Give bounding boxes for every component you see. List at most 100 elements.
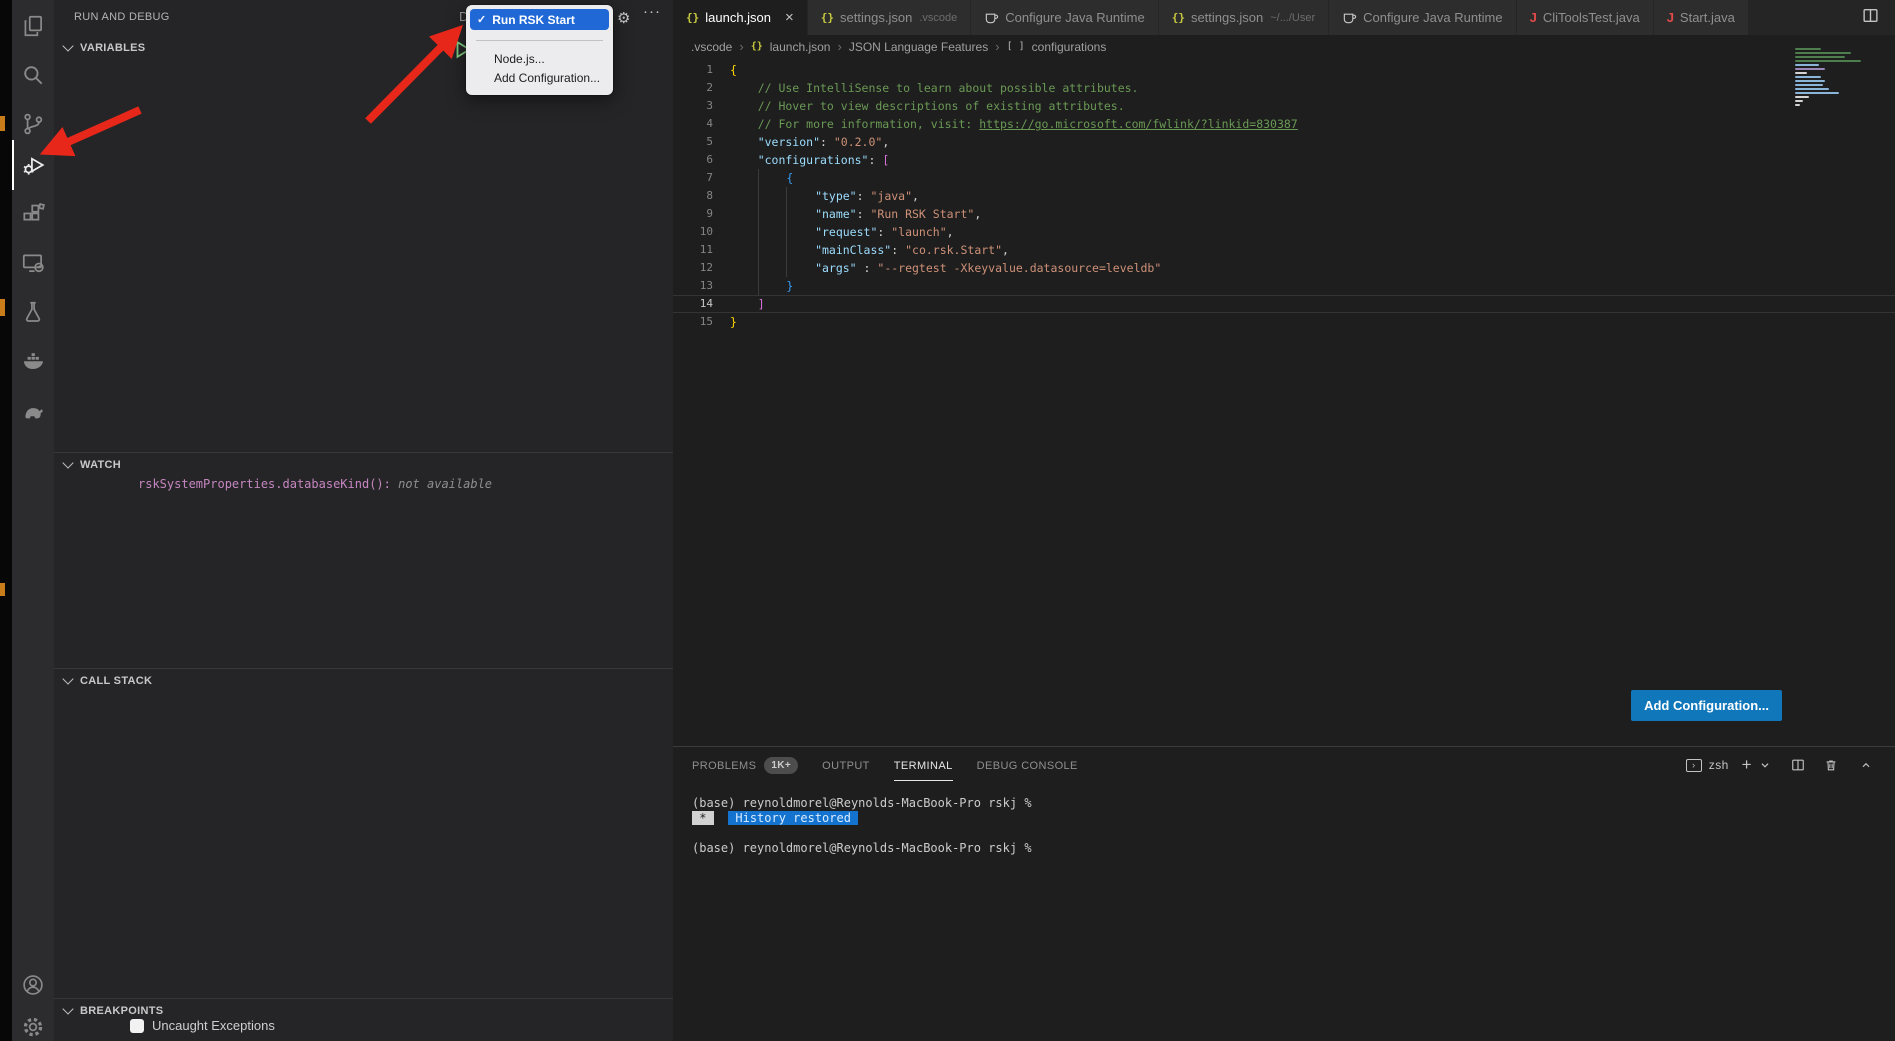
explorer-icon[interactable] (20, 13, 46, 39)
uncaught-exceptions-checkbox[interactable] (130, 1019, 144, 1033)
tab-label: Start.java (1680, 10, 1735, 25)
line-number: 15 (673, 313, 730, 331)
code-token: : (868, 153, 882, 167)
line-number: 10 (673, 223, 730, 241)
code-token: : (820, 135, 834, 149)
extensions-icon[interactable] (20, 201, 46, 227)
gradle-elephant-icon[interactable] (20, 397, 46, 423)
tab-problems[interactable]: PROBLEMS 1K+ (692, 750, 798, 780)
minimap[interactable] (1795, 48, 1881, 108)
indent-guide (786, 223, 815, 241)
code-line[interactable]: 9"name": "Run RSK Start", (673, 205, 1895, 223)
watch-value: not available (398, 477, 492, 491)
code-line[interactable]: 15} (673, 313, 1895, 331)
close-icon[interactable]: × (785, 10, 794, 25)
minimap-line (1795, 96, 1809, 98)
indent-guide (730, 295, 758, 313)
breadcrumb-separator: › (995, 39, 999, 54)
code-token: , (882, 135, 889, 149)
code-line[interactable]: 10"request": "launch", (673, 223, 1895, 241)
code-line[interactable]: 3// Hover to view descriptions of existi… (673, 97, 1895, 115)
code-token: ] (758, 297, 765, 311)
watch-expression-row[interactable]: rskSystemProperties.databaseKind(): not … (138, 477, 492, 491)
remote-explorer-icon[interactable] (20, 250, 46, 276)
section-call-stack[interactable]: CALL STACK (54, 668, 681, 693)
more-actions-icon[interactable]: ··· (643, 3, 661, 20)
tab-configure-java-runtime-2[interactable]: Configure Java Runtime (1329, 0, 1516, 35)
code-line[interactable]: 5"version": "0.2.0", (673, 133, 1895, 151)
indent-guide (730, 277, 758, 295)
testing-flask-icon[interactable] (20, 299, 46, 325)
code-line[interactable]: 8"type": "java", (673, 187, 1895, 205)
line-number: 8 (673, 187, 730, 205)
tab-settings-json-vscode[interactable]: {} settings.json .vscode (808, 0, 971, 35)
tab-output[interactable]: OUTPUT (822, 750, 870, 780)
tab-debug-console[interactable]: DEBUG CONSOLE (977, 750, 1078, 780)
kill-terminal-trash-icon[interactable] (1824, 758, 1838, 772)
terminal-text: * (692, 811, 714, 825)
shell-label[interactable]: zsh (1709, 758, 1729, 772)
breadcrumb-item[interactable]: .vscode (691, 40, 732, 54)
tab-label: Configure Java Runtime (1363, 10, 1502, 25)
code-line[interactable]: 14] (673, 295, 1895, 313)
code-token: : (857, 207, 871, 221)
maximize-panel-chevron-icon[interactable] (1859, 758, 1873, 772)
tab-settings-json-user[interactable]: {} settings.json ~/.../User (1159, 0, 1329, 35)
run-and-debug-icon[interactable] (20, 152, 46, 178)
tab-clitoolstest-java[interactable]: J CliToolsTest.java (1517, 0, 1654, 35)
indent-guide (758, 241, 787, 259)
line-number: 2 (673, 79, 730, 97)
dropdown-item-nodejs[interactable]: Node.js... (466, 50, 613, 69)
code-line[interactable]: 1{ (673, 61, 1895, 79)
tab-start-java[interactable]: J Start.java (1654, 0, 1749, 35)
add-configuration-button[interactable]: Add Configuration... (1631, 690, 1782, 721)
code-line[interactable]: 13} (673, 277, 1895, 295)
code-line[interactable]: 11"mainClass": "co.rsk.Start", (673, 241, 1895, 259)
java-file-icon: J (1530, 10, 1537, 25)
terminal-output[interactable]: (base) reynoldmorel@Reynolds-MacBook-Pro… (673, 783, 1895, 856)
split-editor-icon[interactable] (1862, 7, 1879, 29)
terminal-text: (base) reynoldmorel@Reynolds-MacBook-Pro… (692, 796, 1032, 810)
search-icon[interactable] (20, 62, 46, 88)
code-lines[interactable]: 1{2// Use IntelliSense to learn about po… (673, 61, 1895, 331)
tab-terminal[interactable]: TERMINAL (894, 750, 953, 781)
indent-guide (758, 187, 787, 205)
tab-launch-json[interactable]: {} launch.json × (673, 0, 808, 35)
indent-guide (786, 241, 815, 259)
line-number: 1 (673, 61, 730, 79)
account-icon[interactable] (20, 972, 46, 998)
tab-configure-java-runtime-1[interactable]: Configure Java Runtime (971, 0, 1158, 35)
screen-edge-strip (0, 0, 12, 1041)
indent-guide (758, 223, 787, 241)
launch-profile-chevron-icon[interactable] (1758, 758, 1772, 772)
line-number: 7 (673, 169, 730, 187)
settings-gear-icon[interactable] (20, 1014, 46, 1040)
minimap-line (1795, 48, 1821, 50)
tab-label: settings.json (1191, 10, 1263, 25)
line-number: 13 (673, 277, 730, 295)
source-control-icon[interactable] (20, 111, 46, 137)
code-line[interactable]: 2// Use IntelliSense to learn about poss… (673, 79, 1895, 97)
dropdown-selected-item[interactable]: ✓ Run RSK Start (470, 9, 609, 30)
docker-icon[interactable] (20, 348, 46, 374)
code-line[interactable]: 7{ (673, 169, 1895, 187)
indent-guide (730, 169, 758, 187)
code-line[interactable]: 6"configurations": [ (673, 151, 1895, 169)
code-token: "request" (815, 225, 877, 239)
dropdown-separator (476, 40, 603, 41)
launch-json-gear-icon[interactable]: ⚙ (617, 9, 630, 27)
breadcrumb-item[interactable]: launch.json (770, 40, 831, 54)
new-terminal-icon[interactable]: + (1742, 760, 1752, 770)
indent-guide (786, 259, 815, 277)
breadcrumb-item[interactable]: JSON Language Features (849, 40, 988, 54)
split-terminal-icon[interactable] (1791, 758, 1805, 772)
code-line[interactable]: 12"args" : "--regtest -Xkeyvalue.datasou… (673, 259, 1895, 277)
code-line[interactable]: 4// For more information, visit: https:/… (673, 115, 1895, 133)
section-watch[interactable]: WATCH (54, 452, 681, 477)
tab-label: settings.json (840, 10, 912, 25)
dropdown-selected-label: Run RSK Start (492, 13, 575, 27)
json-file-icon: {} (821, 11, 834, 24)
line-number: 3 (673, 97, 730, 115)
breadcrumb-item[interactable]: configurations (1032, 40, 1107, 54)
dropdown-item-add-configuration[interactable]: Add Configuration... (466, 69, 613, 88)
